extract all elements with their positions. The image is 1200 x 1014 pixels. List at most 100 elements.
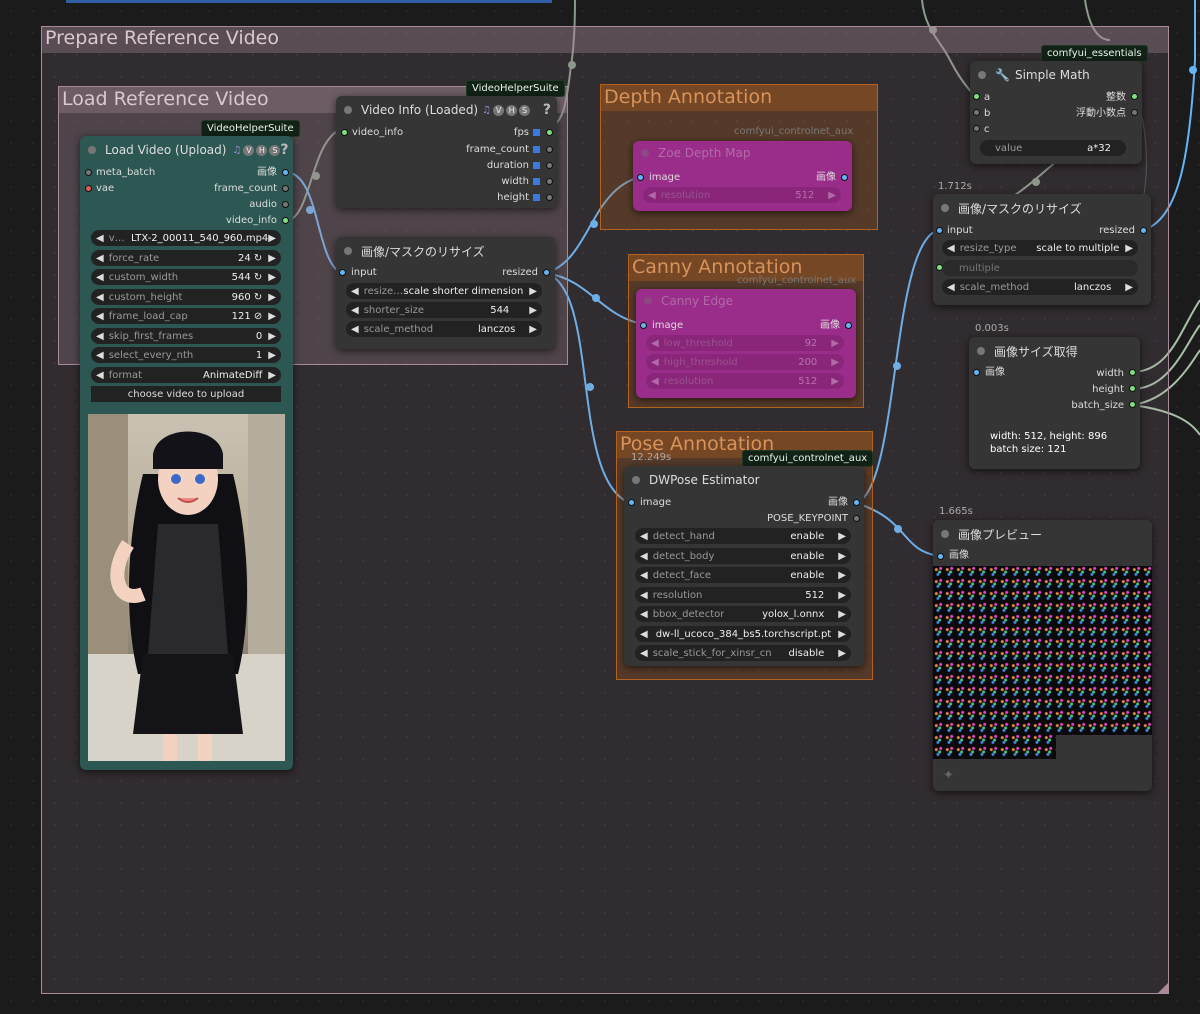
resolution-widget[interactable]: ◀ resolution 512 ▶: [643, 187, 841, 203]
resolution-widget[interactable]: ◀ resolution 512 ▶: [635, 587, 851, 603]
arrow-right-icon[interactable]: ▶: [268, 292, 276, 303]
output-pin-float[interactable]: [1131, 109, 1138, 116]
output-pin-image[interactable]: [853, 499, 860, 506]
collapse-dot-icon[interactable]: [344, 106, 352, 114]
custom-width-widget[interactable]: ◀ custom_width 544 ↻ ▶: [91, 269, 281, 285]
arrow-left-icon[interactable]: ◀: [947, 282, 955, 293]
help-icon[interactable]: ?: [280, 142, 288, 158]
skip-first-frames-widget[interactable]: ◀ skip_first_frames 0 ▶: [91, 328, 281, 344]
output-pin-frame-count[interactable]: [282, 185, 289, 192]
input-pin-input[interactable]: [936, 227, 943, 234]
collapse-dot-icon[interactable]: [344, 247, 352, 255]
input-pin-image[interactable]: [640, 322, 647, 329]
arrow-right-icon[interactable]: ▶: [268, 370, 276, 381]
arrow-left-icon[interactable]: ◀: [96, 311, 104, 322]
collapse-dot-icon[interactable]: [977, 347, 985, 355]
input-pin-image[interactable]: [973, 369, 980, 376]
select-every-nth-widget[interactable]: ◀ select_every_nth 1 ▶: [91, 347, 281, 363]
output-pin-audio[interactable]: [282, 201, 289, 208]
input-pin-input[interactable]: [339, 269, 346, 276]
detect-hand-combo[interactable]: ◀ detect_hand enable ▶: [635, 528, 851, 544]
arrow-left-icon[interactable]: ◀: [96, 292, 104, 303]
scale-method-combo[interactable]: ◀ scale_method lanczos ▶: [942, 279, 1138, 295]
output-pin-height[interactable]: [546, 194, 553, 201]
output-pin-int[interactable]: [1131, 93, 1138, 100]
input-pin-meta-batch[interactable]: [85, 169, 92, 176]
arrow-right-icon[interactable]: ▶: [838, 590, 846, 601]
custom-height-widget[interactable]: ◀ custom_height 960 ↻ ▶: [91, 289, 281, 305]
shorter-size-widget[interactable]: ◀ shorter_size 544 ▶: [346, 302, 542, 318]
output-pin-duration[interactable]: [546, 162, 553, 169]
arrow-right-icon[interactable]: ▶: [529, 286, 537, 297]
arrow-right-icon[interactable]: ▶: [268, 233, 276, 244]
arrow-right-icon[interactable]: ▶: [838, 551, 846, 562]
output-pin-image[interactable]: [841, 174, 848, 181]
pose-estimator-combo[interactable]: ◀ dw-ll_ucoco_384_bs5.torchscript.pt ▶: [635, 626, 851, 642]
bbox-detector-combo[interactable]: ◀ bbox_detector yolox_l.onnx ▶: [635, 606, 851, 622]
arrow-left-icon[interactable]: ◀: [640, 570, 648, 581]
output-pin-fps[interactable]: [546, 129, 553, 136]
arrow-right-icon[interactable]: ▶: [838, 531, 846, 542]
image-resize-node-2[interactable]: 画像/マスクのリサイズ input resized ◀ resize_type sc…: [933, 194, 1151, 305]
high-threshold-widget[interactable]: ◀ high_threshold 200 ▶: [646, 354, 844, 370]
output-pin-frame-count[interactable]: [546, 146, 553, 153]
node-header[interactable]: Load Video (Upload) ♫ V H S ?: [80, 136, 293, 164]
node-header[interactable]: Video Info (Loaded) ♫ V H S ?: [336, 96, 557, 124]
arrow-left-icon[interactable]: ◀: [351, 286, 359, 297]
video-file-combo[interactable]: ◀ vi... LTX-2_00011_540_960.mp4 ▶: [91, 230, 281, 246]
node-header[interactable]: Canny Edge: [636, 289, 856, 313]
multiple-widget[interactable]: multiple: [942, 260, 1138, 276]
simple-math-node[interactable]: 🔧 Simple Math a b c 整数 浮動小数点 value a*32: [970, 61, 1142, 164]
arrow-right-icon[interactable]: ▶: [268, 350, 276, 361]
force-rate-widget[interactable]: ◀ force_rate 24 ↻ ▶: [91, 250, 281, 266]
get-image-size-node[interactable]: 画像サイズ取得 画像 width height batch_size width…: [969, 337, 1140, 469]
sparkle-icon[interactable]: ✦: [943, 768, 954, 783]
zoe-depth-map-node[interactable]: Zoe Depth Map image 画像 ◀ resolution 512 ▶: [633, 141, 852, 211]
arrow-right-icon[interactable]: ▶: [838, 570, 846, 581]
arrow-right-icon[interactable]: ▶: [838, 629, 846, 640]
input-pin-b[interactable]: [973, 109, 980, 116]
arrow-right-icon[interactable]: ▶: [529, 324, 537, 335]
output-pin-height[interactable]: [1129, 385, 1136, 392]
arrow-left-icon[interactable]: ◀: [640, 629, 648, 640]
frame-load-cap-widget[interactable]: ◀ frame_load_cap 121 ⊘ ▶: [91, 308, 281, 324]
output-pin-width[interactable]: [546, 178, 553, 185]
expression-input[interactable]: value a*32: [980, 140, 1126, 156]
collapse-dot-icon[interactable]: [941, 530, 949, 538]
image-resize-node[interactable]: 画像/マスクのリサイズ input resized ◀ resize ... sca…: [336, 237, 555, 349]
arrow-left-icon[interactable]: ◀: [640, 648, 648, 659]
arrow-left-icon[interactable]: ◀: [351, 324, 359, 335]
input-pin-image[interactable]: [628, 499, 635, 506]
arrow-right-icon[interactable]: ▶: [838, 609, 846, 620]
arrow-left-icon[interactable]: ◀: [96, 350, 104, 361]
collapse-dot-icon[interactable]: [978, 71, 986, 79]
preview-image-node[interactable]: 画像プレビュー 画像 ✦: [933, 520, 1152, 791]
output-pin-image[interactable]: [282, 169, 289, 176]
arrow-left-icon[interactable]: ◀: [96, 331, 104, 342]
scale-stick-combo[interactable]: ◀ scale_stick_for_xinsr_cn disable ▶: [635, 645, 851, 661]
input-pin-a[interactable]: [973, 93, 980, 100]
arrow-left-icon[interactable]: ◀: [96, 272, 104, 283]
dwpose-estimator-node[interactable]: DWPose Estimator image 画像 POSE_KEYPOINT …: [624, 466, 864, 666]
input-pin-vae[interactable]: [85, 185, 92, 192]
node-header[interactable]: 🔧 Simple Math: [970, 61, 1142, 89]
arrow-right-icon[interactable]: ▶: [1125, 282, 1133, 293]
collapse-dot-icon[interactable]: [88, 146, 96, 154]
node-header[interactable]: Zoe Depth Map: [633, 141, 852, 165]
input-pin-image[interactable]: [637, 174, 644, 181]
node-header[interactable]: DWPose Estimator: [624, 466, 864, 494]
arrow-left-icon[interactable]: ◀: [947, 243, 955, 254]
detect-face-combo[interactable]: ◀ detect_face enable ▶: [635, 567, 851, 583]
collapse-dot-icon[interactable]: [641, 149, 649, 157]
arrow-right-icon[interactable]: ▶: [838, 648, 846, 659]
video-info-node[interactable]: Video Info (Loaded) ♫ V H S ? video_info fp…: [336, 96, 557, 208]
node-header[interactable]: 画像プレビュー: [933, 520, 1152, 548]
canny-edge-node[interactable]: Canny Edge image 画像 ◀ low_threshold 92 ▶ ◀ h…: [636, 289, 856, 398]
collapse-dot-icon[interactable]: [632, 476, 640, 484]
arrow-right-icon[interactable]: ▶: [268, 272, 276, 283]
collapse-dot-icon[interactable]: [941, 204, 949, 212]
output-pin-width[interactable]: [1129, 369, 1136, 376]
node-header[interactable]: 画像/マスクのリサイズ: [933, 194, 1151, 222]
collapse-dot-icon[interactable]: [644, 297, 652, 305]
help-icon[interactable]: ?: [543, 102, 551, 118]
